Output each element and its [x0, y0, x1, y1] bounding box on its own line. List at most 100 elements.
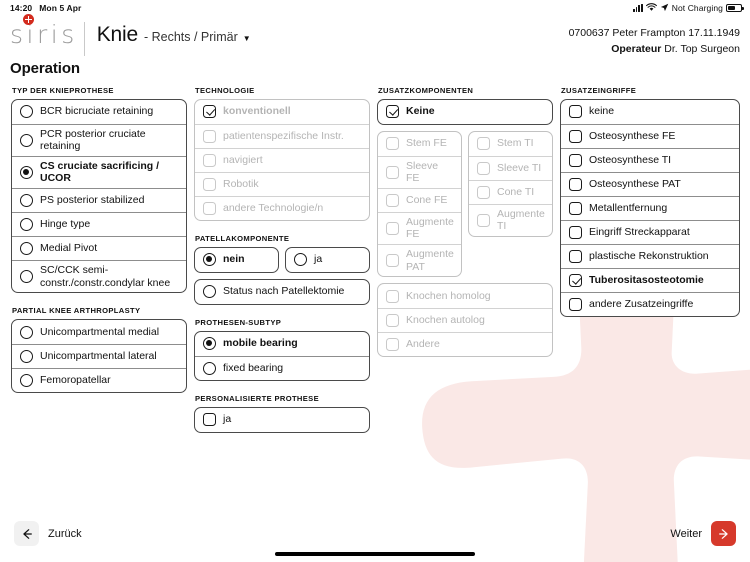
option-label: Osteosynthese PAT: [589, 177, 681, 190]
option-row[interactable]: Femoropatellar: [12, 368, 186, 392]
brand-wordmark: siris: [10, 20, 78, 49]
checkbox-icon[interactable]: [569, 201, 582, 215]
status-bar-left: 14:20 Mon 5 Apr: [10, 3, 81, 13]
next-button[interactable]: Weiter: [670, 521, 736, 546]
radio-icon[interactable]: [20, 270, 33, 283]
group-prosthesis-subtype: mobile bearing fixed bearing: [194, 330, 370, 381]
option-row[interactable]: andere Zusatzeingriffe: [561, 291, 739, 316]
checkbox-icon[interactable]: [569, 105, 582, 119]
checkbox-icon[interactable]: [569, 129, 582, 143]
checkbox-icon[interactable]: [569, 249, 582, 263]
chevron-down-icon[interactable]: ▼: [243, 34, 251, 43]
option-row[interactable]: nein: [195, 248, 278, 272]
radio-icon[interactable]: [203, 337, 216, 351]
option-row: Andere: [378, 332, 552, 356]
group-label-additional-components: ZUSATZKOMPONENTEN: [378, 85, 474, 95]
radio-icon[interactable]: [20, 105, 33, 119]
option-row[interactable]: keine: [561, 100, 739, 124]
option-row[interactable]: SC/CCK semi-constr./constr.condylar knee: [12, 259, 186, 292]
option-row: Augmente TI: [469, 203, 552, 236]
option-row: Knochen homolog: [378, 284, 552, 308]
option-row[interactable]: fixed bearing: [195, 355, 369, 380]
radio-icon[interactable]: [20, 241, 33, 255]
option-label: konventionell: [223, 105, 291, 118]
radio-icon[interactable]: [20, 325, 33, 339]
form-columns: TYP DER KNIEPROTHESE BCR bicruciate reta…: [0, 77, 750, 433]
option-row[interactable]: Status nach Patellektomie: [195, 280, 369, 304]
option-label: Hinge type: [40, 218, 91, 231]
radio-icon[interactable]: [203, 253, 216, 267]
option-row[interactable]: Osteosynthese PAT: [561, 171, 739, 196]
checkbox-icon[interactable]: [569, 153, 582, 167]
option-row: Augmente FE: [378, 211, 461, 244]
option-row[interactable]: ja: [195, 408, 369, 432]
group-components-bone: Knochen homolog Knochen autolog Andere: [377, 283, 553, 358]
radio-icon[interactable]: [20, 217, 33, 231]
arrow-left-icon[interactable]: [14, 521, 39, 546]
group-patella-ja: ja: [285, 246, 370, 273]
option-row[interactable]: Unicompartmental lateral: [12, 344, 186, 368]
wifi-icon: [645, 3, 657, 11]
additional-components-subcolumns: Stem FE Sleeve FE Cone FE Augmente FE Augmen…: [377, 130, 553, 278]
option-row[interactable]: Tuberositasosteotomie: [561, 267, 739, 292]
option-label: nein: [223, 253, 245, 266]
option-row: Stem TI: [469, 132, 552, 156]
option-row[interactable]: Osteosynthese TI: [561, 147, 739, 172]
option-row[interactable]: Hinge type: [12, 211, 186, 236]
radio-icon[interactable]: [20, 374, 33, 388]
group-components-ti: Stem TI Sleeve TI Cone TI Augmente TI: [468, 130, 553, 237]
checkbox-icon[interactable]: [569, 273, 582, 287]
checkbox-icon: [203, 129, 216, 143]
option-row[interactable]: ja: [286, 248, 369, 272]
arrow-right-icon[interactable]: [711, 521, 736, 546]
back-button[interactable]: Zurück: [14, 521, 82, 546]
option-label: BCR bicruciate retaining: [40, 105, 154, 118]
option-row[interactable]: Keine: [378, 100, 552, 124]
option-row[interactable]: konventionell: [195, 100, 369, 124]
group-label-prosthesis-type: TYP DER KNIEPROTHESE: [12, 85, 114, 95]
operator-label: Operateur: [611, 43, 662, 56]
option-row[interactable]: Medial Pivot: [12, 235, 186, 260]
radio-icon[interactable]: [20, 350, 33, 364]
radio-icon[interactable]: [20, 165, 33, 179]
charging-status-text: Not Charging: [671, 2, 723, 13]
option-row[interactable]: Osteosynthese FE: [561, 123, 739, 148]
checkbox-icon[interactable]: [386, 105, 399, 119]
group-patella-nein: nein: [194, 246, 279, 273]
option-label: Stem FE: [406, 137, 447, 150]
option-row[interactable]: mobile bearing: [195, 332, 369, 356]
option-row[interactable]: BCR bicruciate retaining: [12, 100, 186, 124]
checkbox-icon: [386, 338, 399, 352]
option-row[interactable]: PS posterior stabilized: [12, 187, 186, 212]
option-row[interactable]: Unicompartmental medial: [12, 320, 186, 344]
checkbox-icon[interactable]: [569, 225, 582, 239]
option-row[interactable]: Eingriff Streckapparat: [561, 219, 739, 244]
option-label: Augmente FE: [406, 215, 454, 241]
swiss-cross-icon: [23, 14, 34, 25]
option-row[interactable]: Metallentfernung: [561, 195, 739, 220]
radio-icon[interactable]: [203, 285, 216, 299]
patient-info: 0700637 Peter Frampton 17.11.1949 Operat…: [569, 18, 740, 58]
radio-icon[interactable]: [203, 361, 216, 375]
radio-icon[interactable]: [20, 193, 33, 207]
header-divider: [83, 22, 85, 56]
checkbox-icon[interactable]: [569, 297, 582, 311]
radio-icon[interactable]: [20, 133, 33, 147]
column-additional-components: ZUSATZKOMPONENTEN Keine Stem FE Sleeve FE…: [377, 86, 553, 433]
checkbox-icon[interactable]: [569, 177, 582, 191]
back-button-label: Zurück: [48, 527, 82, 540]
option-row: Augmente PAT: [378, 243, 461, 276]
radio-icon[interactable]: [294, 253, 307, 267]
option-label: Osteosynthese FE: [589, 129, 676, 142]
option-row[interactable]: plastische Rekonstruktion: [561, 243, 739, 268]
checkbox-icon[interactable]: [203, 413, 216, 427]
case-title-dropdown[interactable]: Knie - Rechts / Primär ▼: [97, 18, 251, 47]
option-label: mobile bearing: [223, 337, 298, 350]
checkbox-icon[interactable]: [203, 105, 216, 119]
option-row[interactable]: CS cruciate sacrificing / UCOR: [12, 155, 186, 188]
checkbox-icon: [386, 137, 399, 151]
option-label: andere Zusatzeingriffe: [589, 297, 694, 310]
option-label: fixed bearing: [223, 361, 284, 374]
option-row[interactable]: PCR posterior cruciate retaining: [12, 123, 186, 156]
option-label: Robotik: [223, 177, 259, 190]
